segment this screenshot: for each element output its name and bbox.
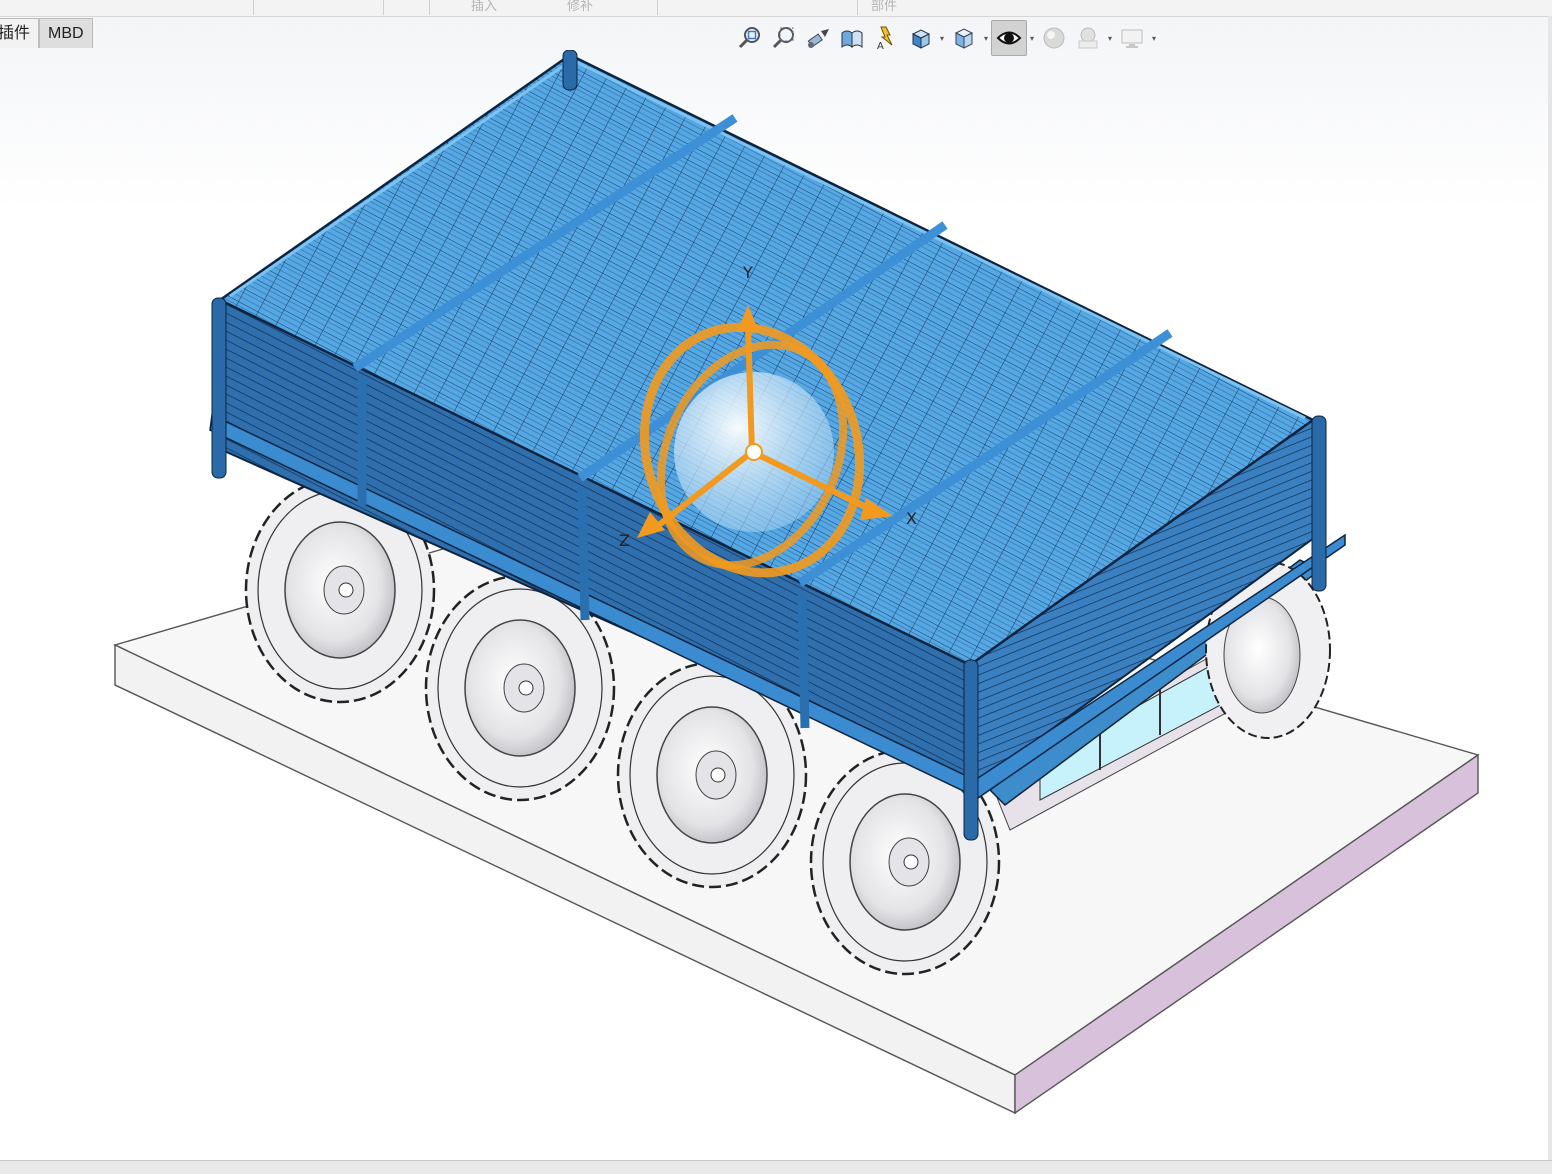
status-bar	[0, 1160, 1552, 1174]
toolbar-segment[interactable]: 部件	[857, 0, 1552, 15]
triad-z-label: Z	[619, 531, 630, 550]
top-toolbar: 插入 修补 部件	[0, 0, 1552, 17]
triad-y-label: Y	[742, 263, 753, 282]
chevron-down-icon[interactable]: ▾	[937, 34, 947, 43]
chevron-down-icon[interactable]: ▾	[1027, 34, 1037, 43]
toolbar-segment[interactable]	[657, 0, 858, 15]
chevron-down-icon[interactable]: ▾	[1105, 34, 1115, 43]
triad-x-label: X	[906, 509, 917, 528]
chevron-down-icon[interactable]: ▾	[1149, 34, 1159, 43]
tab-mbd[interactable]: MBD	[39, 18, 93, 48]
command-tabs: 插件 MBD	[0, 18, 93, 49]
toolbar-segment-label: 插入	[471, 0, 498, 13]
toolbar-segment-label: 修补	[567, 0, 594, 13]
toolbar-dropdown[interactable]	[383, 0, 430, 15]
toolbar-dropdown[interactable]	[253, 0, 384, 15]
graphics-area[interactable]: Y X Z	[0, 50, 1552, 1160]
tab-add-ins[interactable]: 插件	[0, 18, 40, 48]
toolbar-segment[interactable]	[0, 0, 254, 15]
toolbar-segment-label: 部件	[871, 0, 898, 13]
toolbar-segment[interactable]: 插入 修补	[429, 0, 658, 15]
chevron-down-icon[interactable]: ▾	[981, 34, 991, 43]
